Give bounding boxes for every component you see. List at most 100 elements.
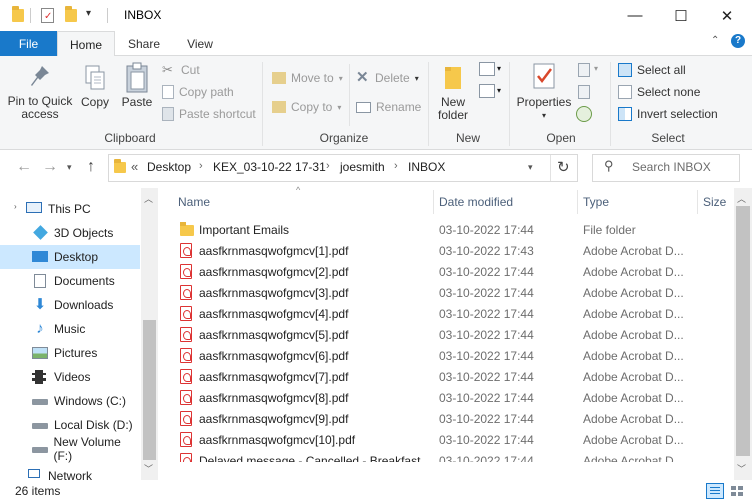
column-header-name[interactable]: Name <box>178 195 210 209</box>
list-item[interactable]: aasfkrnmasqwofgmcv[5].pdf 03-10-2022 17:4… <box>170 325 738 346</box>
open-dropdown-icon[interactable]: ▾ <box>594 64 598 73</box>
paste-button[interactable]: Paste <box>118 62 156 109</box>
file-type: Adobe Acrobat D... <box>583 286 684 300</box>
column-divider[interactable] <box>433 190 434 214</box>
move-to-button[interactable]: Move to ▾ <box>272 68 343 88</box>
nav-item-music[interactable]: ♪ Music <box>0 317 140 341</box>
details-view-icon[interactable] <box>706 483 724 499</box>
list-item[interactable]: aasfkrnmasqwofgmcv[2].pdf 03-10-2022 17:4… <box>170 262 738 283</box>
edit-icon[interactable] <box>578 85 590 99</box>
nav-item-desktop[interactable]: Desktop <box>0 245 140 269</box>
file-name: aasfkrnmasqwofgmcv[8].pdf <box>199 391 349 405</box>
nav-item-pictures[interactable]: Pictures <box>0 341 140 365</box>
new-item-dropdown-icon[interactable]: ▾ <box>497 64 501 73</box>
copy-to-button[interactable]: Copy to ▾ <box>272 97 341 117</box>
properties-label: Properties <box>516 95 572 109</box>
collapse-ribbon-icon[interactable]: ⌃ <box>711 35 719 46</box>
nav-label: This PC <box>48 202 91 216</box>
nav-item-downloads[interactable]: ⬇ Downloads <box>0 293 140 317</box>
close-button[interactable]: ✕ <box>704 0 750 31</box>
nav-item-local-disk-d[interactable]: Local Disk (D:) <box>0 413 140 437</box>
list-item[interactable]: aasfkrnmasqwofgmcv[3].pdf 03-10-2022 17:4… <box>170 283 738 304</box>
column-header-type[interactable]: Type <box>583 195 609 209</box>
list-item[interactable]: Delayed message - Cancelled - Breakfast.… <box>170 451 738 462</box>
new-item-icon[interactable] <box>479 62 495 76</box>
list-scroll-up-icon[interactable]: ︿ <box>737 192 746 205</box>
address-dropdown-icon[interactable]: ▾ <box>528 162 533 173</box>
copy-button[interactable]: Copy <box>78 64 112 109</box>
select-all-button[interactable]: Select all <box>618 60 686 80</box>
file-name: aasfkrnmasqwofgmcv[9].pdf <box>199 412 349 426</box>
column-divider[interactable] <box>577 190 578 214</box>
recent-locations-icon[interactable]: ▾ <box>67 162 72 173</box>
properties-qa-icon[interactable]: ✓ <box>41 8 54 23</box>
chevron-right-icon[interactable]: › <box>199 160 203 172</box>
window-title: INBOX <box>124 8 162 22</box>
paste-shortcut-icon <box>162 107 174 121</box>
nav-scroll-up-icon[interactable]: ︿ <box>144 192 153 205</box>
breadcrumb-inbox[interactable]: INBOX <box>408 160 445 174</box>
easy-access-icon[interactable] <box>479 84 495 98</box>
list-item[interactable]: aasfkrnmasqwofgmcv[10].pdf 03-10-2022 17:… <box>170 430 738 451</box>
chevron-right-icon[interactable]: › <box>394 160 398 172</box>
refresh-icon[interactable]: ↻ <box>557 158 570 176</box>
nav-item-videos[interactable]: Videos <box>0 365 140 389</box>
delete-x-icon: ✕ <box>356 69 369 86</box>
expand-chevron-icon[interactable]: › <box>14 202 17 211</box>
list-scrollbar-thumb[interactable] <box>736 206 750 456</box>
column-divider[interactable] <box>697 190 698 214</box>
properties-button[interactable]: Properties ▾ <box>514 62 574 122</box>
tab-view[interactable]: View <box>172 31 228 56</box>
pin-to-quick-access-button[interactable]: Pin to Quick access <box>4 64 76 121</box>
chevron-right-icon[interactable]: › <box>326 160 330 172</box>
list-item[interactable]: Important Emails 03-10-2022 17:44 File fol… <box>170 220 738 241</box>
list-item[interactable]: aasfkrnmasqwofgmcv[6].pdf 03-10-2022 17:4… <box>170 346 738 367</box>
help-icon[interactable]: ? <box>731 34 745 48</box>
nav-scroll-down-icon[interactable]: ﹀ <box>144 462 153 475</box>
nav-scrollbar-thumb[interactable] <box>143 320 156 460</box>
large-icons-view-icon[interactable] <box>728 483 746 499</box>
rename-button[interactable]: Rename <box>356 97 421 117</box>
nav-item-documents[interactable]: Documents <box>0 269 140 293</box>
file-date: 03-10-2022 17:44 <box>439 433 534 447</box>
address-overflow-icon[interactable]: « <box>131 159 138 174</box>
nav-item-windows-c[interactable]: Windows (C:) <box>0 389 140 413</box>
invert-selection-button[interactable]: Invert selection <box>618 104 718 124</box>
breadcrumb-desktop[interactable]: Desktop <box>147 160 191 174</box>
history-icon[interactable] <box>576 106 592 122</box>
nav-item-network[interactable]: Network <box>0 466 140 480</box>
open-icon[interactable] <box>578 63 590 77</box>
delete-label: Delete <box>375 71 410 85</box>
new-folder-qa-icon[interactable] <box>65 6 77 22</box>
select-none-button[interactable]: Select none <box>618 82 700 102</box>
customize-qa-icon[interactable]: ▾ <box>86 8 91 19</box>
minimize-button[interactable]: — <box>612 0 658 31</box>
column-header-date-modified[interactable]: Date modified <box>439 195 513 209</box>
list-item[interactable]: aasfkrnmasqwofgmcv[1].pdf 03-10-2022 17:4… <box>170 241 738 262</box>
back-arrow-icon[interactable]: ← <box>16 158 32 176</box>
up-arrow-icon[interactable]: ↑ <box>87 158 95 176</box>
breadcrumb-kex-folder[interactable]: KEX_03-10-22 17-31 <box>213 160 326 174</box>
list-scroll-down-icon[interactable]: ﹀ <box>737 462 746 475</box>
cube-icon <box>32 225 48 240</box>
column-header-size[interactable]: Size <box>703 195 726 209</box>
maximize-button[interactable]: ☐ <box>658 0 704 31</box>
list-item[interactable]: aasfkrnmasqwofgmcv[7].pdf 03-10-2022 17:4… <box>170 367 738 388</box>
nav-item-3d-objects[interactable]: 3D Objects <box>0 221 140 245</box>
copy-path-button[interactable]: Copy path <box>162 82 234 102</box>
breadcrumb-joesmith[interactable]: joesmith <box>340 160 385 174</box>
tab-home[interactable]: Home <box>57 31 115 57</box>
easy-access-dropdown-icon[interactable]: ▾ <box>497 86 501 95</box>
forward-arrow-icon[interactable]: → <box>42 158 58 176</box>
cut-button[interactable]: ✂ Cut <box>162 60 200 80</box>
list-item[interactable]: aasfkrnmasqwofgmcv[8].pdf 03-10-2022 17:4… <box>170 388 738 409</box>
paste-shortcut-button[interactable]: Paste shortcut <box>162 104 256 124</box>
list-item[interactable]: aasfkrnmasqwofgmcv[4].pdf 03-10-2022 17:4… <box>170 304 738 325</box>
nav-item-new-volume-f[interactable]: New Volume (F:) <box>0 435 140 463</box>
new-folder-button[interactable]: New folder <box>433 64 473 122</box>
tab-share[interactable]: Share <box>117 31 171 56</box>
delete-button[interactable]: ✕ Delete ▾ <box>356 68 419 88</box>
tab-file[interactable]: File <box>0 31 57 56</box>
nav-item-this-pc[interactable]: This PC <box>0 197 140 221</box>
list-item[interactable]: aasfkrnmasqwofgmcv[9].pdf 03-10-2022 17:4… <box>170 409 738 430</box>
